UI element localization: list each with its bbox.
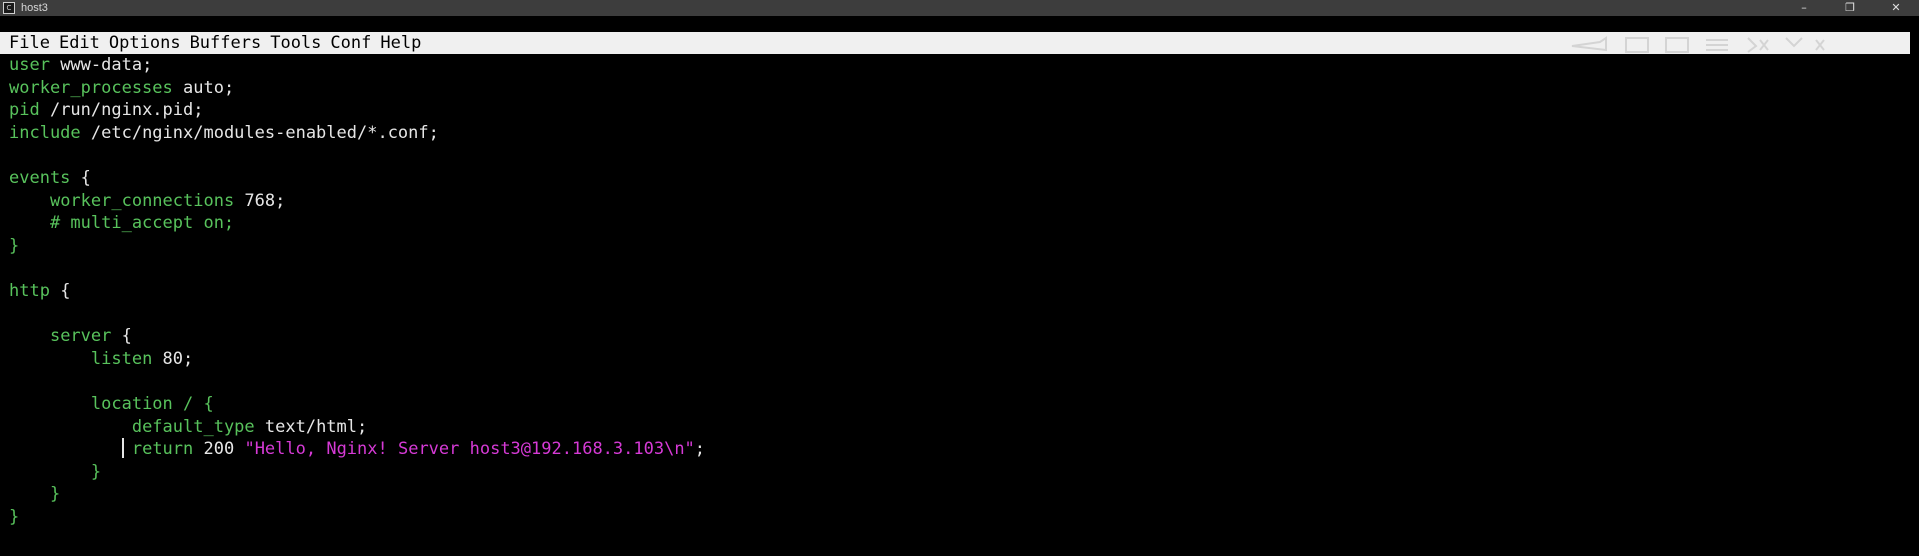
code-token: { bbox=[49, 280, 71, 301]
code-token: { bbox=[70, 167, 91, 188]
code-token: user bbox=[9, 55, 50, 75]
code-token: } bbox=[9, 461, 102, 482]
code-line: location / { bbox=[9, 393, 1909, 416]
window-controls: – ❐ ✕ bbox=[1781, 0, 1919, 16]
code-token: listen bbox=[90, 348, 153, 369]
code-line: include /etc/nginx/modules-enabled/*.con… bbox=[9, 122, 1909, 145]
code-token: } bbox=[9, 235, 20, 256]
code-token: # multi_accept on; bbox=[9, 213, 235, 234]
code-token: } bbox=[9, 484, 61, 505]
code-token: 768; bbox=[234, 190, 286, 211]
toolbar-ghost-icons bbox=[1571, 36, 1825, 53]
minimize-button[interactable]: – bbox=[1781, 0, 1827, 16]
code-token: www-data; bbox=[49, 55, 153, 75]
close-button[interactable]: ✕ bbox=[1873, 0, 1919, 16]
menu-conf[interactable]: Conf bbox=[321, 32, 371, 54]
menu-tools[interactable]: Tools bbox=[261, 32, 321, 54]
code-token: worker_processes bbox=[9, 77, 173, 98]
code-line: listen 80; bbox=[9, 348, 1909, 371]
code-line: pid /run/nginx.pid; bbox=[9, 99, 1909, 122]
code-line: server { bbox=[9, 325, 1909, 348]
code-token: "Hello, Nginx! Server host3@192.168.3.10… bbox=[244, 439, 695, 460]
code-token: auto; bbox=[172, 77, 235, 98]
menu-edit[interactable]: Edit bbox=[50, 32, 100, 54]
code-token: } bbox=[9, 506, 20, 527]
terminal-window: C host3 – ❐ ✕ File Edit Options Buffers … bbox=[0, 0, 1919, 556]
code-line: http { bbox=[9, 280, 1909, 303]
code-line: user www-data; bbox=[9, 54, 1909, 77]
menu-file[interactable]: File bbox=[0, 32, 50, 54]
code-line: } bbox=[9, 461, 1909, 484]
code-line: worker_processes auto; bbox=[9, 77, 1909, 100]
code-token: events bbox=[9, 167, 71, 188]
code-line: worker_connections 768; bbox=[9, 190, 1909, 213]
code-token: server bbox=[49, 326, 112, 347]
menu-help[interactable]: Help bbox=[371, 32, 421, 54]
window-title: host3 bbox=[21, 2, 48, 14]
code-line: # multi_accept on; bbox=[9, 212, 1909, 235]
code-line: } bbox=[9, 483, 1909, 506]
title-bar[interactable]: C host3 – ❐ ✕ bbox=[0, 0, 1919, 16]
code-token: /etc/nginx/modules-enabled/*.conf; bbox=[80, 122, 439, 143]
code-line: return 200 "Hello, Nginx! Server host3@1… bbox=[9, 438, 1909, 461]
code-token: / { bbox=[172, 393, 214, 414]
code-token: /run/nginx.pid; bbox=[39, 100, 204, 121]
code-editor[interactable]: user www-data; worker_processes auto; pid … bbox=[9, 54, 1909, 544]
code-token: worker_connections bbox=[49, 190, 235, 211]
menu-bar: File Edit Options Buffers Tools Conf Hel… bbox=[0, 32, 1910, 54]
code-line: default_type text/html; bbox=[9, 416, 1909, 439]
code-token: ; bbox=[694, 439, 706, 460]
menu-buffers[interactable]: Buffers bbox=[181, 32, 262, 54]
code-token: http bbox=[9, 280, 50, 301]
maximize-button[interactable]: ❐ bbox=[1827, 0, 1873, 16]
code-token: 200 bbox=[193, 439, 245, 460]
code-token: include bbox=[9, 122, 81, 143]
menu-options[interactable]: Options bbox=[100, 32, 181, 54]
code-token: location bbox=[90, 393, 173, 414]
code-token: { bbox=[111, 326, 132, 347]
code-token: return bbox=[131, 439, 194, 460]
code-token: default_type bbox=[131, 416, 255, 437]
terminal-app-icon: C bbox=[3, 2, 15, 14]
code-token: 80; bbox=[152, 348, 194, 369]
code-line: } bbox=[9, 235, 1909, 258]
code-token: text/html; bbox=[254, 416, 368, 437]
code-token: pid bbox=[9, 100, 40, 121]
code-line: } bbox=[9, 506, 1909, 529]
code-line: events { bbox=[9, 167, 1909, 190]
